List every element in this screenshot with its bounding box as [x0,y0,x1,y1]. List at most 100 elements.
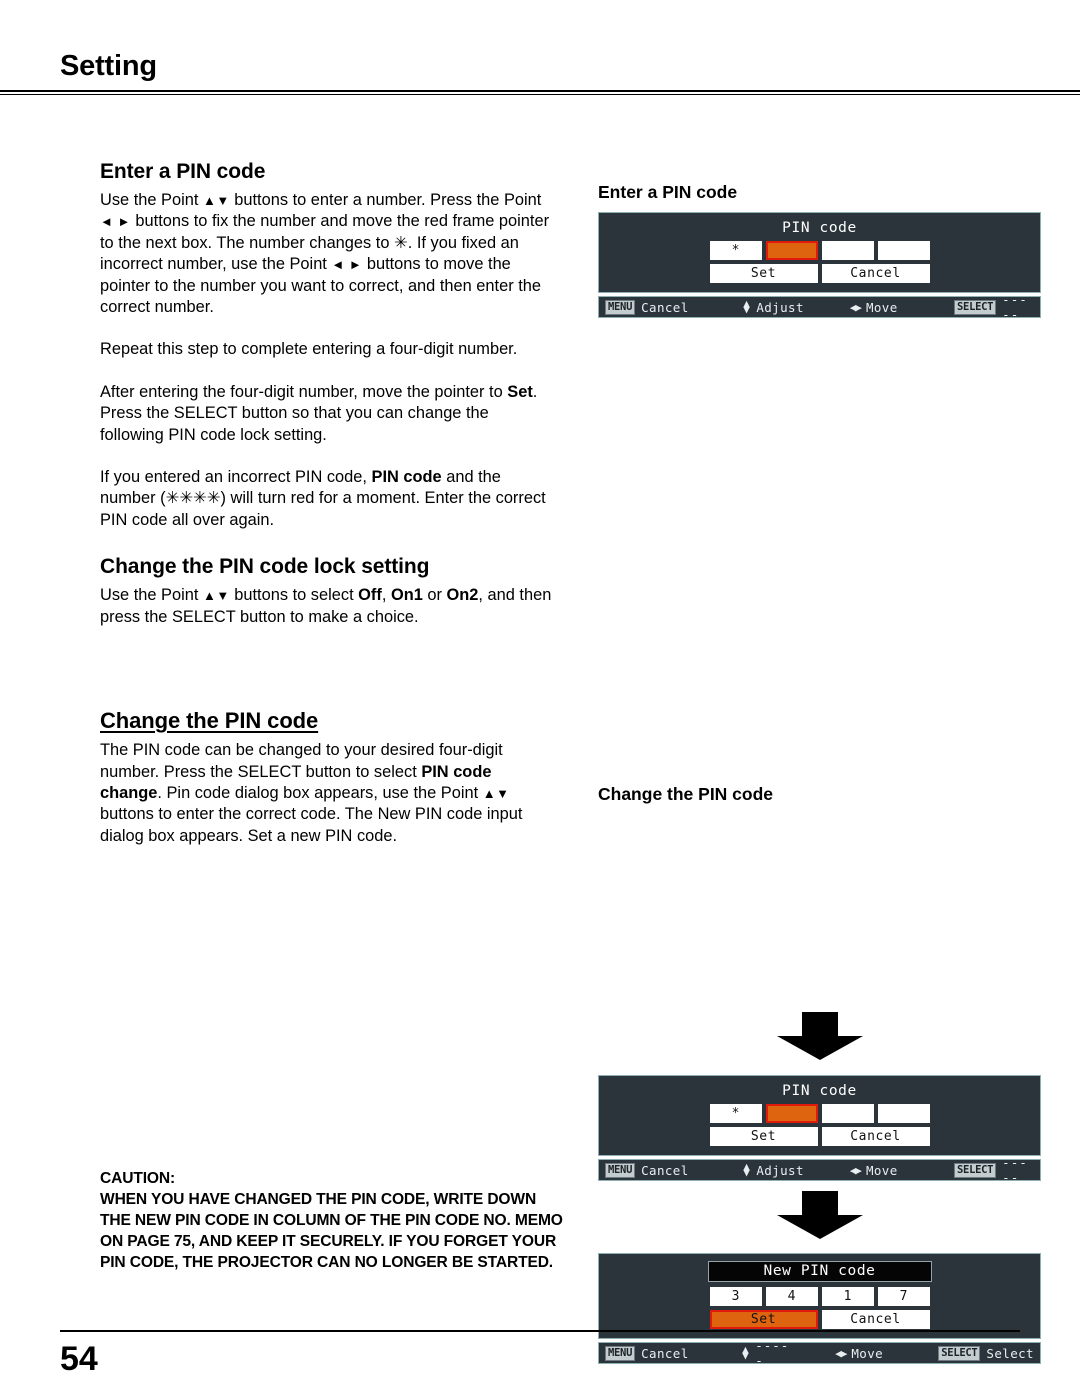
text-fragment: Use the Point [100,586,203,605]
status-adjust: ▲ ▼ Adjust [743,297,804,316]
up-down-arrows-icon: ▲ ▼ [743,297,751,316]
point-updown-arrows-icon-3: ▲▼ [202,588,230,604]
status-label-adjust: Adjust [756,1162,804,1178]
pin-box-2-selected[interactable] [765,1104,818,1123]
osd-button-row: Set Cancel [599,1127,1040,1146]
set-button-selected[interactable]: Set [709,1310,818,1329]
osd-heading-change-the-pin-code: Change the PIN code [598,784,774,804]
option-off: Off [358,586,382,605]
text-fragment: If you entered an incorrect PIN code, [100,468,372,487]
status-menu-cancel: MENU Cancel [605,299,689,315]
text-fragment: After entering the four-digit number, mo… [100,382,508,401]
flow-arrow-2 [598,1189,1041,1241]
paragraph-after-entering: After entering the four-digit number, mo… [100,382,555,446]
cancel-button[interactable]: Cancel [821,1127,930,1146]
text-fragment: , [381,586,391,605]
pin-box-3[interactable]: 1 [821,1287,874,1306]
cancel-button[interactable]: Cancel [821,264,930,283]
set-button[interactable]: Set [709,264,818,283]
menu-button-badge-icon: MENU [605,1162,636,1178]
status-adjust: ▲ ▼ Adjust [743,1160,804,1179]
pin-box-row: * [599,241,1040,260]
text-fragment: or [422,586,447,605]
option-on1: On1 [390,586,423,605]
osd-status-bar: MENU Cancel ▲ ▼ Adjust ◀▶ Move SELECT ---… [598,292,1041,322]
text-fragment: buttons to enter a number. Press the Poi… [229,191,542,209]
point-updown-arrows-icon: ▲▼ [202,193,230,208]
caution-title: CAUTION: [100,1170,176,1187]
paragraph-incorrect-pin: If you entered an incorrect PIN code, PI… [100,467,555,531]
pin-box-4[interactable]: 7 [877,1287,930,1306]
osd-panel: PIN code * Set Cancel [598,212,1041,293]
flow-arrow-1 [598,1010,1041,1062]
osd-title-new-pin-code: New PIN code [707,1261,932,1282]
cancel-button[interactable]: Cancel [821,1310,930,1329]
pin-box-4[interactable] [877,1104,930,1123]
point-updown-arrows-icon-4: ▲▼ [482,785,510,801]
status-label-select: ----- [1002,1155,1028,1185]
emphasis-pin-code: PIN code [371,468,442,487]
page-title: Setting [60,50,157,82]
heading-enter-a-pin-code: Enter a PIN code [100,160,266,183]
osd-panel: PIN code * Set Cancel [598,1075,1041,1156]
pin-box-4[interactable] [877,241,930,260]
text-fragment: buttons to enter the correct code. The N… [100,805,523,845]
status-label-cancel: Cancel [641,299,689,315]
status-label-move: Move [865,1162,898,1178]
osd-button-row: Set Cancel [599,264,1040,283]
paragraph-enter-pin-instructions: Use the Point ▲▼ buttons to enter a numb… [100,190,555,318]
status-menu-cancel: MENU Cancel [605,1162,689,1178]
osd-dialog-pin-code-2: PIN code * Set Cancel MENU Cancel ▲ ▼ Adj… [598,1075,1041,1185]
text-fragment: buttons to select [229,586,359,605]
down-arrow-icon [776,1012,863,1060]
osd-heading-enter-a-pin-code: Enter a PIN code [598,182,738,202]
pin-box-2-selected[interactable] [765,241,818,260]
pin-box-1[interactable]: * [709,241,762,260]
right-illustration-column: Enter a PIN code PIN code * Set Cancel M… [598,182,1043,1368]
osd-panel: New PIN code 3 4 1 7 Set Cancel [598,1253,1041,1339]
select-button-badge-icon: SELECT [954,1162,997,1178]
heading-change-the-pin-code: Change the PIN code [100,708,319,734]
up-down-arrows-icon: ▲ ▼ [743,1160,751,1179]
pin-box-3[interactable] [821,1104,874,1123]
pin-box-2[interactable]: 4 [765,1287,818,1306]
set-button[interactable]: Set [709,1127,818,1146]
paragraph-repeat-step: Repeat this step to complete entering a … [100,340,518,359]
status-select: SELECT ----- [954,1155,1034,1185]
left-content-column: Enter a PIN code Use the Point ▲▼ button… [100,160,555,847]
left-right-arrows-icon: ◀▶ [849,1163,862,1177]
left-right-arrows-icon: ◀▶ [849,300,862,314]
status-select: SELECT ----- [954,292,1034,322]
caution-body: WHEN YOU HAVE CHANGED THE PIN CODE, WRIT… [100,1191,563,1271]
status-label-select: ----- [1002,292,1028,322]
paragraph-lock-setting-instructions: Use the Point ▲▼ buttons to select Off, … [100,585,555,628]
status-label-cancel: Cancel [641,1162,689,1178]
pin-box-3[interactable] [821,241,874,260]
paragraph-change-pin-instructions: The PIN code can be changed to your desi… [100,740,555,847]
status-label-move: Move [865,299,898,315]
option-on2: On2 [446,586,479,605]
heading-change-pin-lock-setting: Change the PIN code lock setting [100,555,430,579]
pin-box-row: 3 4 1 7 [599,1287,1040,1306]
text-fragment: . Pin code dialog box appears, use the P… [157,783,483,802]
caution-block: CAUTION: WHEN YOU HAVE CHANGED THE PIN C… [100,1168,570,1273]
osd-status-bar: MENU Cancel ▲ ▼ Adjust ◀▶ Move SELECT ---… [598,1155,1041,1185]
pin-box-1[interactable]: 3 [709,1287,762,1306]
menu-button-badge-icon: MENU [605,299,636,315]
select-button-badge-icon: SELECT [954,299,997,315]
emphasis-set: Set [507,382,533,401]
osd-button-row: Set Cancel [599,1310,1040,1329]
osd-title-pin-code: PIN code [782,220,857,236]
footer-divider [60,1330,1020,1332]
pin-box-1[interactable]: * [709,1104,762,1123]
text-fragment: Use the Point [100,191,203,209]
point-leftright-arrows-icon: ◄ ► [100,214,131,230]
pin-box-row: * [599,1104,1040,1123]
page-number: 54 [60,1340,98,1378]
osd-title-pin-code: PIN code [782,1083,857,1099]
osd-dialog-enter-pin: PIN code * Set Cancel MENU Cancel ▲ ▼ Adj… [598,212,1041,322]
status-label-adjust: Adjust [756,299,804,315]
header-divider [0,90,1080,95]
point-leftright-arrows-icon-2: ◄ ► [331,257,363,273]
down-arrow-icon [776,1191,863,1239]
